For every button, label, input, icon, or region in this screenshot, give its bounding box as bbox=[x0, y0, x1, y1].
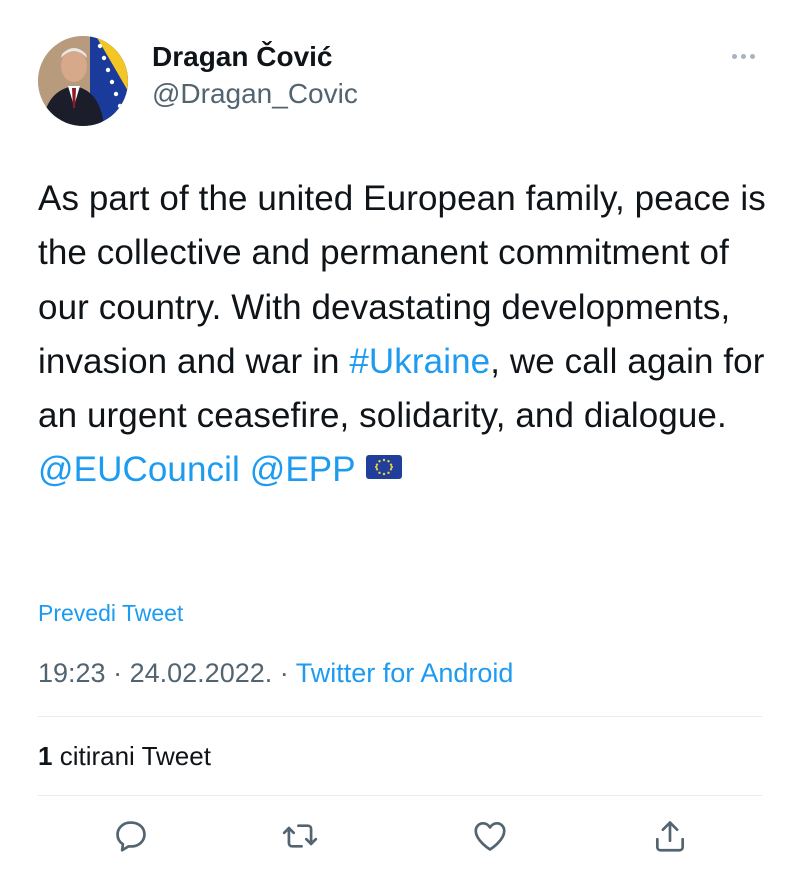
retweet-icon[interactable] bbox=[276, 812, 324, 860]
translate-tweet-link[interactable]: Prevedi Tweet bbox=[38, 600, 183, 627]
author-name[interactable]: Dragan Čović bbox=[152, 41, 333, 73]
reply-icon[interactable] bbox=[107, 812, 155, 860]
tweet-meta: 19:23 · 24.02.2022. · Twitter for Androi… bbox=[38, 658, 513, 689]
meta-separator: · bbox=[113, 658, 123, 688]
hashtag-link[interactable]: #Ukraine bbox=[349, 342, 490, 381]
like-icon[interactable] bbox=[466, 812, 514, 860]
eu-flag-icon bbox=[365, 441, 402, 495]
share-icon[interactable] bbox=[646, 812, 694, 860]
action-bar bbox=[0, 812, 800, 872]
tweet-text: As part of the united European family, p… bbox=[38, 172, 768, 499]
divider bbox=[38, 795, 762, 796]
tweet-date[interactable]: 24.02.2022. bbox=[130, 658, 273, 688]
mention-link-epp[interactable]: @EPP bbox=[250, 450, 356, 489]
more-options-icon[interactable] bbox=[730, 46, 764, 62]
quote-label: citirani Tweet bbox=[59, 741, 211, 771]
profile-photo-icon bbox=[38, 36, 128, 126]
tweet-source-link[interactable]: Twitter for Android bbox=[296, 658, 514, 688]
quote-count: 1 bbox=[38, 741, 53, 771]
mention-link-eucouncil[interactable]: @EUCouncil bbox=[38, 450, 240, 489]
tweet-time[interactable]: 19:23 bbox=[38, 658, 106, 688]
quote-tweets-link[interactable]: 1 citirani Tweet bbox=[38, 741, 211, 772]
divider bbox=[38, 716, 762, 717]
meta-separator-2: · bbox=[279, 658, 289, 688]
author-handle[interactable]: @Dragan_Covic bbox=[152, 78, 358, 110]
avatar[interactable] bbox=[38, 36, 128, 126]
